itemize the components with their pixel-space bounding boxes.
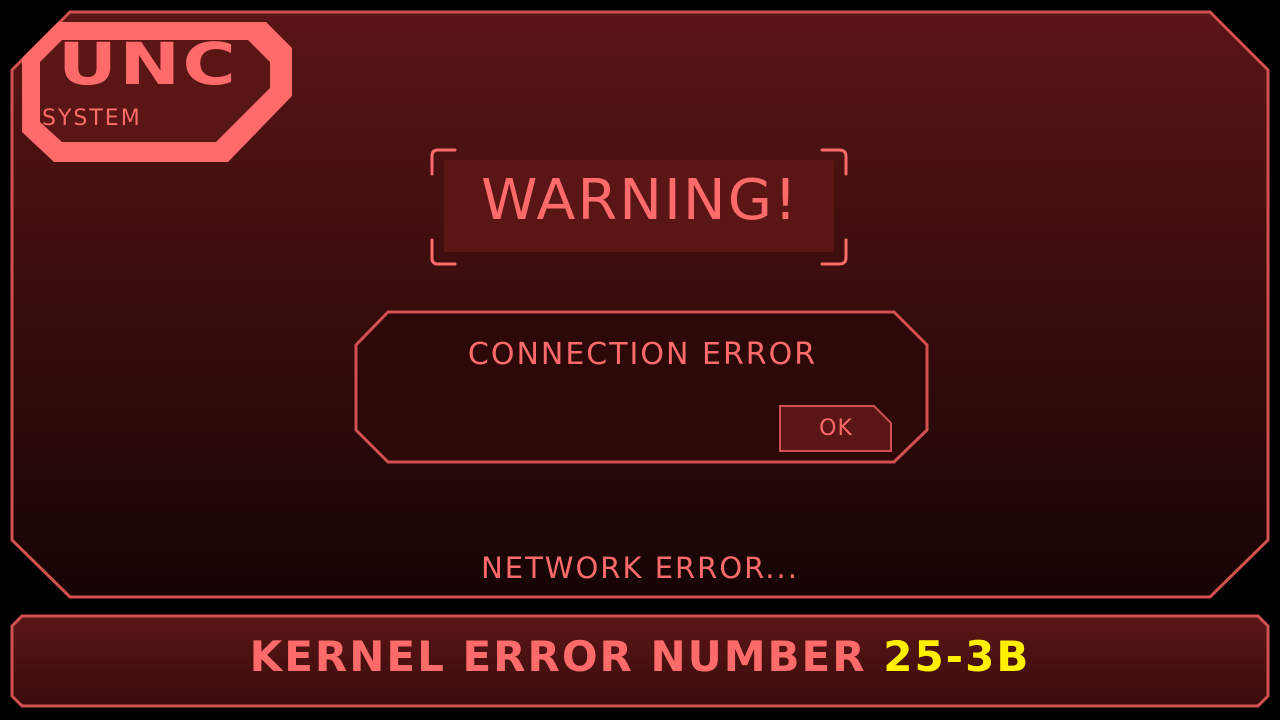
- dialog-message: CONNECTION ERROR: [467, 337, 818, 372]
- kernel-error-code: 25-3B: [883, 632, 1031, 681]
- warning-title: WARNING!: [481, 168, 799, 233]
- kernel-error-label: KERNEL ERROR NUMBER: [249, 632, 867, 681]
- logo-subtitle: SYSTEM: [42, 106, 142, 131]
- logo-title: UNC: [58, 30, 239, 98]
- status-message: NETWORK ERROR...: [481, 551, 799, 585]
- ok-button[interactable]: OK: [780, 406, 892, 451]
- kernel-error-line: KERNEL ERROR NUMBER 25-3B: [0, 632, 1280, 681]
